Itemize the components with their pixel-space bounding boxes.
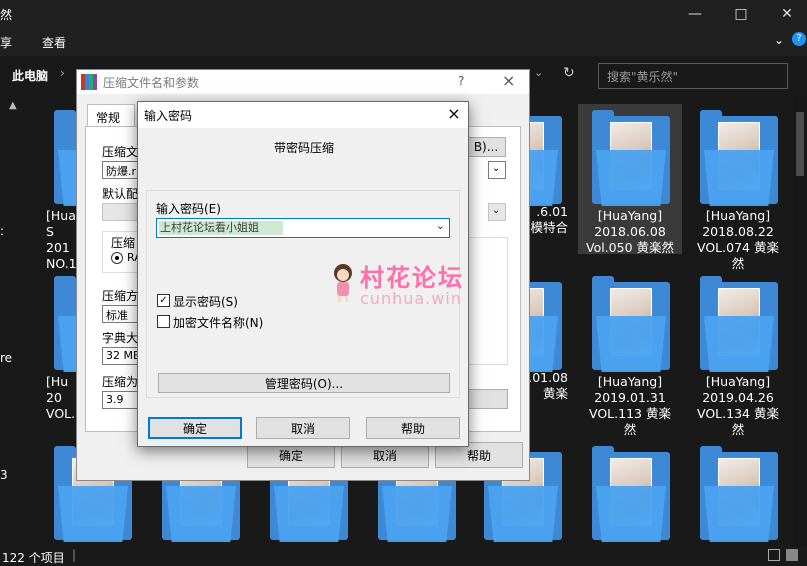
rar-radio[interactable] xyxy=(111,252,123,264)
enter-password-label: 输入密码(E) xyxy=(156,202,221,216)
folder-tile[interactable] xyxy=(578,440,682,546)
tab-share[interactable]: 享 xyxy=(0,34,12,51)
explorer-titlebar: 然 — □ ✕ xyxy=(0,0,807,28)
close-icon[interactable]: × xyxy=(502,71,515,90)
status-bar: 122 个项目 | xyxy=(0,546,807,566)
nav-item-fragment[interactable]: re xyxy=(0,351,12,365)
folder-tile[interactable]: [HuaYang] 2018.08.22 VOL.074 黄楽 然 xyxy=(686,104,790,271)
archive-name-field[interactable]: 防爆.r xyxy=(102,161,142,179)
compression-method-label: 压缩方 xyxy=(102,289,139,303)
folder-caption: [HuaYang] 2019.04.26 VOL.134 黄楽 然 xyxy=(697,374,779,437)
split-volume-field[interactable]: 3.9 xyxy=(102,391,142,409)
status-divider: | xyxy=(72,548,77,562)
scroll-up-icon[interactable]: ▲ xyxy=(9,100,17,111)
large-icons-view-icon[interactable] xyxy=(786,549,798,561)
watermark-url: cunhua.win xyxy=(360,289,462,308)
folder-tile[interactable]: [HuaYang] 2019.04.26 VOL.134 黄楽 然 xyxy=(686,270,790,437)
chevron-down-icon[interactable]: ⌄ xyxy=(534,66,543,79)
ok-button[interactable]: 确定 xyxy=(148,417,242,439)
navigation-pane: ▲ : re 3 xyxy=(0,96,40,546)
help-icon[interactable]: ? xyxy=(458,74,464,88)
ribbon-tabs: 享 查看 ⌄ ? xyxy=(0,28,807,56)
folder-caption: [HuaYang] 2018.06.08 Vol.050 黄楽然 xyxy=(585,208,674,255)
dialog-title: 压缩文件名和参数 xyxy=(103,76,200,90)
dictionary-size-select[interactable]: 32 MB xyxy=(102,347,142,365)
help-button[interactable]: 帮助 xyxy=(366,417,460,439)
folder-caption: [HuaYang] 2019.01.31 VOL.113 黄楽 然 xyxy=(589,374,671,437)
chevron-down-icon[interactable]: ⌄ xyxy=(488,161,506,179)
show-password-checkbox[interactable]: ✓ xyxy=(157,294,170,307)
dictionary-size-label: 字典大 xyxy=(102,331,139,345)
compression-method-select[interactable]: 标准 xyxy=(102,305,142,323)
dialog-titlebar: 压缩文件名和参数 ? × xyxy=(77,70,529,94)
folder-tile[interactable] xyxy=(686,440,790,546)
cancel-button[interactable]: 取消 xyxy=(256,417,350,439)
encrypt-filenames-label: 加密文件名称(N) xyxy=(173,316,264,330)
details-view-icon[interactable] xyxy=(768,549,780,561)
folder-tile[interactable]: [HuaYang] 2018.06.08 Vol.050 黄楽然 xyxy=(578,104,682,255)
split-volume-label: 压缩为 xyxy=(102,375,139,389)
winrar-icon xyxy=(81,74,97,90)
breadcrumb-separator-icon: › xyxy=(60,66,65,80)
minimize-icon[interactable]: — xyxy=(672,0,718,28)
window-title: 然 xyxy=(0,8,13,22)
tab-general[interactable]: 常规 xyxy=(87,104,135,128)
archive-name-label: 压缩文 xyxy=(102,145,139,159)
profile-button[interactable] xyxy=(102,203,142,221)
organize-passwords-button[interactable]: 管理密码(O)... xyxy=(158,373,450,393)
item-count: 122 个项目 xyxy=(2,551,65,565)
close-icon[interactable]: × xyxy=(442,104,466,126)
nav-item-fragment[interactable]: : xyxy=(0,224,4,238)
encrypt-filenames-checkbox[interactable] xyxy=(157,315,170,328)
show-password-label: 显示密码(S) xyxy=(173,295,238,309)
tab-view[interactable]: 查看 xyxy=(42,34,66,51)
dialog-titlebar: 输入密码 × xyxy=(138,102,468,128)
close-icon[interactable]: ✕ xyxy=(764,0,807,28)
nav-item-fragment[interactable]: 3 xyxy=(0,468,8,482)
watermark-title: 村花论坛 xyxy=(360,264,464,292)
refresh-icon[interactable]: ↻ xyxy=(563,65,575,81)
watermark-mascot xyxy=(334,264,352,302)
format-label: 压缩 xyxy=(111,236,136,250)
chevron-down-icon[interactable]: ⌄ xyxy=(436,219,445,232)
folder-tile[interactable]: [HuaYang] 2019.01.31 VOL.113 黄楽 然 xyxy=(578,270,682,437)
search-input[interactable]: 搜索"黄乐然" xyxy=(598,63,788,89)
dialog-title: 输入密码 xyxy=(144,109,193,123)
breadcrumb-this-pc[interactable]: 此电脑 xyxy=(12,67,48,84)
folder-caption: [HuaYang] 2018.08.22 VOL.074 黄楽 然 xyxy=(697,208,779,271)
maximize-icon[interactable]: □ xyxy=(718,0,764,28)
browse-button[interactable]: B)... xyxy=(466,137,506,157)
password-value: 上村花论坛看小姐姐 xyxy=(159,221,283,235)
help-icon[interactable]: ? xyxy=(792,32,806,46)
default-profile-label: 默认配 xyxy=(102,187,139,201)
chevron-down-icon[interactable]: ⌄ xyxy=(774,33,784,47)
chevron-down-icon[interactable]: ⌄ xyxy=(488,203,506,221)
scrollbar-thumb[interactable] xyxy=(796,112,804,176)
dialog-subtitle: 带密码压缩 xyxy=(274,141,335,155)
password-input[interactable]: 上村花论坛看小姐姐 ⌄ xyxy=(156,218,450,238)
